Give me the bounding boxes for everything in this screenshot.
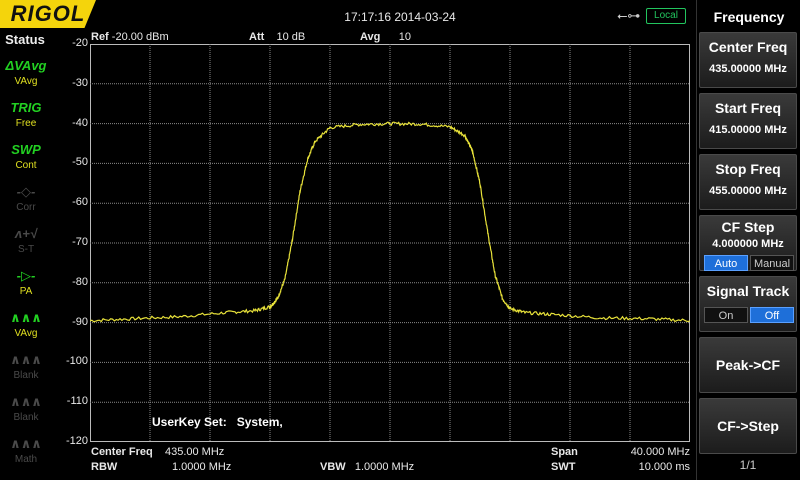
y-tick-label: -80 [72,275,88,288]
peak-to-cf-softkey[interactable]: Peak->CF [699,337,797,393]
status-item-math: ∧∧∧ Math [4,434,48,474]
status-item-corr: -◇- Corr [4,182,48,222]
cf-step-auto-option[interactable]: Auto [704,255,748,271]
status-item-s-t: ʌ+√ S-T [4,224,48,264]
cf-to-step-label: CF->Step [717,418,779,434]
status-vavg-icon: ΔVAvg [5,58,47,73]
rigol-logo: RIGOL [0,0,96,28]
signal-track-on-option[interactable]: On [704,307,748,323]
footer-rbw-value: 1.0000 MHz [172,461,232,473]
y-tick-label: -30 [72,76,88,89]
local-badge[interactable]: Local [646,8,686,24]
footer-swt-label: SWT [551,461,576,473]
y-tick-label: -110 [66,395,88,408]
status-item-label: Math [14,454,38,465]
y-tick-label: -120 [65,435,88,447]
cf-step-value: 4.000000 MHz [712,238,784,250]
ref-level: Ref -20.00 dBm [91,31,169,43]
signal-track-softkey[interactable]: Signal Track On Off [699,276,797,332]
status-s-t-icon: ʌ+√ [15,226,37,241]
status-blank-icon: ∧∧∧ [10,394,42,409]
signal-track-off-option[interactable]: Off [750,307,794,323]
status-item-pa: -▷- PA [4,266,48,306]
y-tick-label: -100 [65,355,88,368]
start-freq-value: 415.00000 MHz [709,124,787,136]
status-item-vavg: ∧∧∧ VAvg [4,308,48,348]
userkey-set: UserKey Set: System, [152,415,283,429]
menu-title: Frequency [713,9,785,25]
cf-step-softkey[interactable]: CF Step 4.000000 MHz Auto Manual [699,215,797,271]
cf-to-step-softkey[interactable]: CF->Step [699,398,797,454]
status-item-vavg: ΔVAvg VAvg [4,56,48,96]
status-item-blank: ∧∧∧ Blank [4,392,48,432]
y-tick-label: -90 [72,315,88,328]
status-item-label: Blank [13,370,39,381]
menu-page-indicator: 1/1 [739,458,757,472]
attenuation: Att 10 dB [249,31,306,43]
datetime: 17:17:16 2014-03-24 [344,10,456,24]
status-corr-icon: -◇- [16,184,36,199]
y-tick-label: -70 [72,236,88,248]
status-cont-icon: SWP [11,142,41,157]
status-item-label: VAvg [14,76,38,87]
status-item-label: Free [15,118,37,129]
stop-freq-label: Stop Freq [715,161,781,177]
status-item-cont: SWP Cont [4,140,48,180]
footer-rbw: RBW [91,461,118,473]
status-item-label: PA [19,286,33,297]
center-freq-label: Center Freq [708,39,788,55]
footer-vbw: VBW 1.0000 MHz [320,461,415,473]
footer-span-label: Span [551,446,578,458]
status-item-label: VAvg [14,328,38,339]
usb-icon: ⭠⊶ [617,8,641,23]
status-item-free: TRIG Free [4,98,48,138]
footer-swt-value: 10.000 ms [638,461,690,473]
menu-divider [696,0,697,480]
start-freq-softkey[interactable]: Start Freq 415.00000 MHz [699,93,797,149]
center-freq-value: 435.00000 MHz [709,63,787,75]
status-blank-icon: ∧∧∧ [10,352,42,367]
y-tick-label: -40 [72,116,88,129]
cf-step-label: CF Step [721,219,775,235]
status-vavg-icon: ∧∧∧ [10,310,42,325]
peak-to-cf-label: Peak->CF [715,357,781,373]
footer-span-value: 40.000 MHz [630,446,690,458]
cf-step-manual-option[interactable]: Manual [750,255,794,271]
average-count: Avg 10 [360,31,411,43]
start-freq-label: Start Freq [714,100,782,116]
status-item-label: Corr [16,202,36,213]
footer-center-freq: Center Freq 435.00 MHz [91,446,225,458]
status-title: Status [5,32,45,47]
status-item-blank: ∧∧∧ Blank [4,350,48,390]
y-tick-label: -50 [72,156,88,169]
status-math-icon: ∧∧∧ [10,436,42,451]
y-tick-label: -60 [72,196,88,209]
spectrum-trace-svg [90,44,690,442]
status-item-label: S-T [17,244,35,255]
status-item-label: Cont [15,160,37,171]
center-freq-softkey[interactable]: Center Freq 435.00000 MHz [699,32,797,88]
y-tick-label: -20 [72,37,88,49]
signal-track-label: Signal Track [706,283,790,299]
status-pa-icon: -▷- [16,268,36,283]
status-item-label: Blank [13,412,39,423]
stop-freq-value: 455.00000 MHz [709,185,787,197]
stop-freq-softkey[interactable]: Stop Freq 455.00000 MHz [699,154,797,210]
status-free-icon: TRIG [10,100,42,115]
